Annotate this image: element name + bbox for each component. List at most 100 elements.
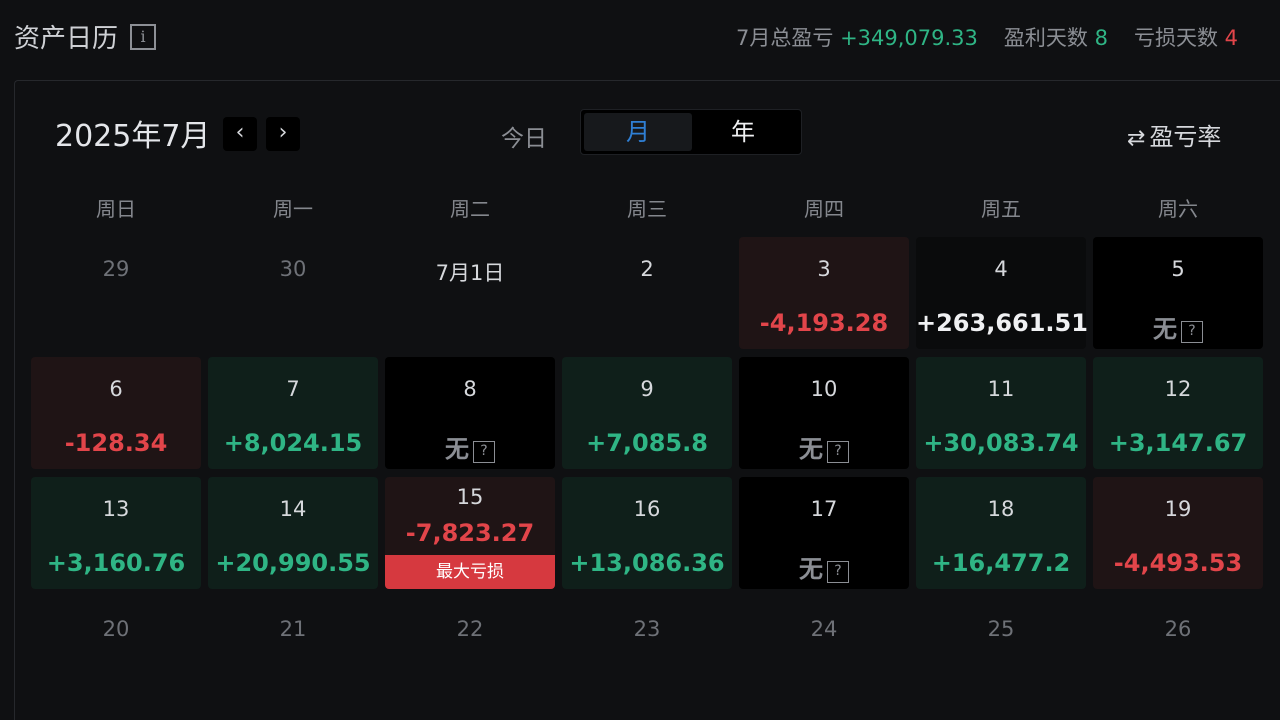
calendar-day-cell[interactable]: 5 无?	[1093, 237, 1263, 349]
day-number: 20	[102, 617, 130, 641]
no-data-label: 无	[445, 435, 469, 463]
calendar-day-cell[interactable]: 7月1日	[385, 237, 555, 349]
calendar-day-cell[interactable]: 16 +13,086.36	[562, 477, 732, 589]
total-pnl-label: 7月总盈亏	[736, 26, 834, 50]
day-number: 9	[640, 377, 654, 401]
pnl-rate-label: 盈亏率	[1149, 123, 1222, 151]
calendar-day-cell[interactable]: 14 +20,990.55	[208, 477, 378, 589]
no-data-label: 无	[1153, 315, 1177, 343]
today-button[interactable]: 今日	[501, 119, 547, 153]
help-icon[interactable]: ?	[827, 441, 849, 463]
calendar-day-cell[interactable]: 11 +30,083.74	[916, 357, 1086, 469]
weekday-label: 周二	[450, 197, 490, 221]
weekday-label: 周四	[804, 197, 844, 221]
day-number: 5	[1171, 257, 1185, 281]
view-toggle: 月 年	[580, 109, 802, 155]
day-pnl-value: -4,493.53	[1113, 549, 1243, 577]
day-pnl-value: +263,661.51	[916, 309, 1088, 337]
calendar-day-cell[interactable]: 8 无?	[385, 357, 555, 469]
day-number: 2	[640, 257, 654, 281]
help-icon[interactable]: ?	[473, 441, 495, 463]
calendar-day-cell[interactable]: 3 -4,193.28	[739, 237, 909, 349]
day-pnl-value: +20,990.55	[215, 549, 371, 577]
weekday-label: 周日	[96, 197, 136, 221]
day-pnl-value: +3,147.67	[1108, 429, 1248, 457]
total-pnl-value: +349,079.33	[840, 26, 978, 50]
calendar-day-cell[interactable]: 17 无?	[739, 477, 909, 589]
day-number: 29	[102, 257, 130, 281]
calendar-day-cell[interactable]: 22	[385, 597, 555, 709]
prev-month-button[interactable]: ‹	[223, 117, 257, 151]
day-number: 17	[810, 497, 838, 521]
day-number: 16	[633, 497, 661, 521]
pnl-rate-button[interactable]: ⇄ 盈亏率	[1127, 117, 1221, 152]
day-pnl-value: +7,085.8	[586, 429, 708, 457]
page-title-text: 资产日历	[14, 24, 119, 54]
next-month-button[interactable]: ›	[266, 117, 300, 151]
calendar-day-cell[interactable]: 12 +3,147.67	[1093, 357, 1263, 469]
loss-days: 亏损天数 4	[1134, 22, 1238, 52]
calendar-panel: 2025年7月 ‹ › 今日 月 年 ⇄ 盈亏率 周日 周一 周二 周三 周四 周…	[14, 80, 1280, 720]
day-number: 19	[1164, 497, 1192, 521]
calendar-day-cell[interactable]: 21	[208, 597, 378, 709]
day-number: 10	[810, 377, 838, 401]
day-number: 15	[456, 485, 484, 509]
day-number: 25	[987, 617, 1015, 641]
calendar-day-cell[interactable]: 2	[562, 237, 732, 349]
calendar-day-cell[interactable]: 6 -128.34	[31, 357, 201, 469]
calendar-day-cell[interactable]: 24	[739, 597, 909, 709]
view-year-tab[interactable]: 年	[689, 113, 797, 151]
max-loss-badge: 最大亏损	[385, 555, 555, 589]
no-data-value: 无?	[739, 549, 909, 584]
day-pnl-value: +3,160.76	[46, 549, 186, 577]
weekday-header: 周日 周一 周二 周三 周四 周五 周六	[31, 193, 1263, 223]
calendar-day-cell[interactable]: 19 -4,493.53	[1093, 477, 1263, 589]
day-number: 21	[279, 617, 307, 641]
loss-days-value: 4	[1224, 26, 1239, 50]
day-pnl-value: -128.34	[64, 429, 168, 457]
profit-days-value: 8	[1094, 26, 1108, 50]
day-pnl-value: +30,083.74	[923, 429, 1079, 457]
calendar-day-cell[interactable]: 15 -7,823.27 最大亏损	[385, 477, 555, 589]
day-pnl-value: -4,193.28	[759, 309, 889, 337]
weekday-label: 周五	[981, 197, 1021, 221]
view-month-tab[interactable]: 月	[584, 113, 692, 151]
page-title: 资产日历 i	[14, 18, 157, 55]
info-icon[interactable]: i	[130, 23, 157, 50]
calendar-day-cell[interactable]: 23	[562, 597, 732, 709]
day-pnl-value: +8,024.15	[223, 429, 363, 457]
day-number: 6	[109, 377, 123, 401]
day-number: 23	[633, 617, 661, 641]
day-number: 7月1日	[435, 261, 505, 285]
calendar-day-cell[interactable]: 18 +16,477.2	[916, 477, 1086, 589]
calendar-day-cell[interactable]: 20	[31, 597, 201, 709]
calendar-day-cell[interactable]: 9 +7,085.8	[562, 357, 732, 469]
calendar-day-cell[interactable]: 25	[916, 597, 1086, 709]
no-data-label: 无	[799, 555, 823, 583]
help-icon[interactable]: ?	[1181, 321, 1203, 343]
no-data-label: 无	[799, 435, 823, 463]
calendar-day-cell[interactable]: 7 +8,024.15	[208, 357, 378, 469]
day-number: 18	[987, 497, 1015, 521]
calendar-day-cell[interactable]: 26	[1093, 597, 1263, 709]
weekday-label: 周六	[1158, 197, 1198, 221]
calendar-day-cell[interactable]: 4 +263,661.51	[916, 237, 1088, 349]
day-number: 11	[987, 377, 1015, 401]
day-pnl-value: +16,477.2	[931, 549, 1071, 577]
day-number: 4	[994, 257, 1008, 281]
day-number: 30	[279, 257, 307, 281]
weekday-label: 周三	[627, 197, 667, 221]
no-data-value: 无?	[1093, 309, 1263, 344]
weekday-label: 周一	[273, 197, 313, 221]
profit-days: 盈利天数 8	[1004, 22, 1108, 52]
calendar-day-cell[interactable]: 30	[208, 237, 378, 349]
help-icon[interactable]: ?	[827, 561, 849, 583]
day-number: 8	[463, 377, 477, 401]
calendar-day-cell[interactable]: 10 无?	[739, 357, 909, 469]
calendar-day-cell[interactable]: 29	[31, 237, 201, 349]
calendar-day-cell[interactable]: 13 +3,160.76	[31, 477, 201, 589]
month-summary: 7月总盈亏 +349,079.33 盈利天数 8 亏损天数 4	[736, 22, 1264, 52]
no-data-value: 无?	[385, 429, 555, 464]
day-number: 24	[810, 617, 838, 641]
day-number: 14	[279, 497, 307, 521]
